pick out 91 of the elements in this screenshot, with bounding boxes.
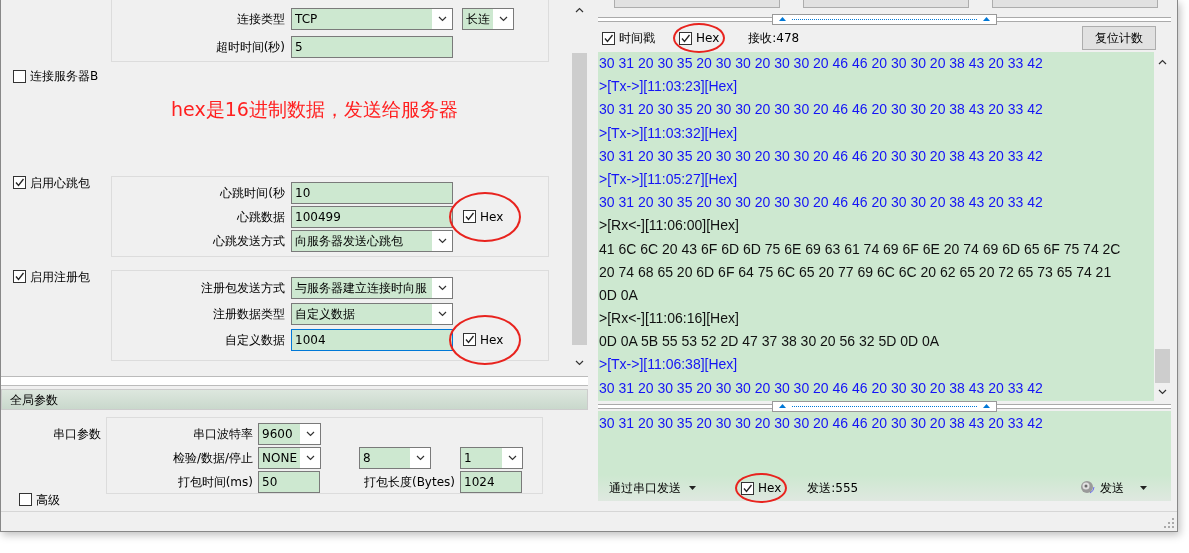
field-label: 注册数据类型 (212, 305, 285, 323)
chevron-down-icon (507, 454, 517, 461)
input-field[interactable]: 10 (291, 181, 453, 204)
field-label: 超时时间(秒) (214, 39, 285, 56)
input-field[interactable]: 5 (291, 36, 453, 58)
log-line: 30 31 20 30 35 20 30 30 20 30 30 20 46 46 20 30 30 20 38 43 20 33 42 (598, 146, 1044, 166)
dropdown[interactable]: 1 (460, 446, 523, 469)
checkbox-label: 时间戳 (619, 30, 655, 47)
log-line: 30 31 20 30 35 20 30 30 20 30 30 20 46 46 20 30 30 20 38 43 20 33 42 (598, 193, 1044, 213)
log-line: 30 31 20 30 35 20 30 30 20 30 30 20 46 46 20 30 30 20 38 43 20 33 42 (598, 378, 1044, 398)
dropdown[interactable]: TCP (291, 8, 453, 30)
chevron-down-icon (437, 310, 447, 317)
section-header: 全局参数 (1, 388, 588, 410)
log-line: >[Rx<-][11:06:16][Hex] (598, 309, 740, 329)
log-line: 20 74 68 65 20 6D 6F 64 75 6C 65 20 77 69 6C 6C 20 62 65 20 72 65 73 65 74 21 (598, 262, 1113, 282)
chevron-down-icon (305, 454, 315, 461)
checkbox-label: Hex (758, 480, 782, 497)
field-label: 自定义数据 (224, 331, 285, 349)
chevron-down-icon (437, 237, 447, 244)
send-options-button[interactable] (1140, 486, 1147, 490)
checkbox[interactable] (13, 270, 26, 283)
scrollbar-thumb[interactable] (1155, 349, 1170, 383)
chevron-down-icon (305, 430, 315, 437)
chevron-down-icon (415, 454, 425, 461)
scrollbar-thumb[interactable] (572, 53, 587, 345)
checkbox-label: 启用心跳包 (30, 174, 90, 192)
checkbox-label: Hex (480, 331, 504, 349)
checkbox-label: 启用注册包 (30, 268, 90, 286)
send-mode-dropdown[interactable]: 通过串口发送 (609, 479, 696, 497)
resize-grip-icon (1164, 518, 1174, 528)
splitter-bar[interactable] (598, 401, 1171, 411)
log-line: >[Tx->][11:03:32][Hex] (598, 123, 739, 143)
checkbox-label: 连接服务器B (30, 68, 99, 85)
splitter-bar[interactable] (598, 14, 1171, 24)
speaker-icon (1080, 480, 1096, 496)
caret-down-icon (689, 486, 696, 490)
dropdown[interactable]: 9600 (258, 422, 321, 445)
checkbox[interactable] (741, 481, 754, 495)
checkbox[interactable] (463, 210, 476, 223)
input-field[interactable]: 1024 (460, 470, 522, 493)
counter-text: 接收:478 (748, 30, 800, 47)
log-line: >[Rx<-][11:06:00][Hex] (598, 216, 740, 236)
send-text: 30 31 20 30 35 20 30 30 20 30 30 20 46 46 20 30 30 20 38 43 20 33 42 (598, 414, 1044, 433)
field-label: 连接类型 (236, 11, 285, 28)
input-field[interactable]: 1004 (291, 328, 453, 351)
chevron-down-icon (437, 16, 447, 22)
caret-down-icon (1140, 486, 1147, 490)
dropdown[interactable]: 8 (359, 446, 431, 469)
chevron-up-icon (1158, 59, 1167, 65)
annotation-text: hex是16进制数据，发送给服务器 (170, 96, 459, 122)
chevron-down-icon (498, 16, 508, 22)
log-line: >[Tx->][11:06:38][Hex] (598, 355, 739, 375)
dropdown[interactable]: 自定义数据 (291, 302, 453, 325)
field-label: 心跳数据 (236, 208, 285, 226)
chevron-up-icon (575, 7, 584, 13)
field-label: 注册包发送方式 (200, 279, 285, 297)
log-line: >[Tx->][11:05:27][Hex] (598, 169, 739, 189)
checkbox-label: 高级 (36, 492, 60, 509)
checkbox[interactable] (13, 69, 26, 83)
checkbox[interactable] (679, 31, 692, 45)
log-line: 30 31 20 30 35 20 30 30 20 30 30 20 46 46 20 30 30 20 38 43 20 33 42 (598, 54, 1044, 73)
checkbox-label: Hex (696, 30, 720, 47)
log-line: 41 6C 6C 20 43 6F 6D 6D 75 6E 69 63 61 74 69 6F 6E 20 74 69 6D 65 6F 75 74 2C (598, 239, 1122, 259)
field-label: 打包时间(ms) (176, 473, 253, 491)
dropdown[interactable]: 向服务器发送心跳包 (291, 229, 453, 252)
send-button[interactable]: 发送 (1100, 479, 1124, 497)
chevron-down-icon (575, 360, 584, 367)
section-label: 串口参数 (53, 425, 101, 443)
field-label: 串口波特率 (192, 425, 253, 443)
checkbox[interactable] (463, 333, 476, 346)
chevron-down-icon (437, 284, 447, 291)
dropdown[interactable]: 长连 (462, 8, 514, 30)
log-line: 30 31 20 30 35 20 30 30 20 30 30 20 46 46 20 30 30 20 38 43 20 33 42 (598, 100, 1044, 120)
counter-text: 发送:555 (807, 480, 859, 497)
input-field[interactable]: 100499 (291, 205, 453, 228)
checkbox-label: Hex (480, 208, 504, 226)
field-label: 心跳时间(秒 (219, 184, 285, 202)
log-line: >[Tx->][11:03:23][Hex] (598, 77, 739, 97)
checkbox[interactable] (602, 31, 615, 45)
field-label: 打包长度(Bytes) (362, 473, 455, 491)
field-label: 检验/数据/停止 (171, 449, 253, 467)
checkbox[interactable] (19, 493, 32, 507)
field-label: 心跳发送方式 (212, 232, 285, 250)
dropdown[interactable]: NONE (258, 446, 321, 469)
log-line: 0D 0A 5B 55 53 52 2D 47 37 38 30 20 56 32 5D 0D 0A (598, 332, 941, 352)
checkbox[interactable] (13, 176, 26, 189)
input-field[interactable]: 50 (258, 470, 320, 493)
dropdown[interactable]: 与服务器建立连接时向服 (291, 276, 453, 299)
chevron-down-icon (1158, 389, 1167, 395)
log-line: 0D 0A (598, 285, 639, 305)
reset-button[interactable]: 复位计数 (1082, 26, 1156, 50)
